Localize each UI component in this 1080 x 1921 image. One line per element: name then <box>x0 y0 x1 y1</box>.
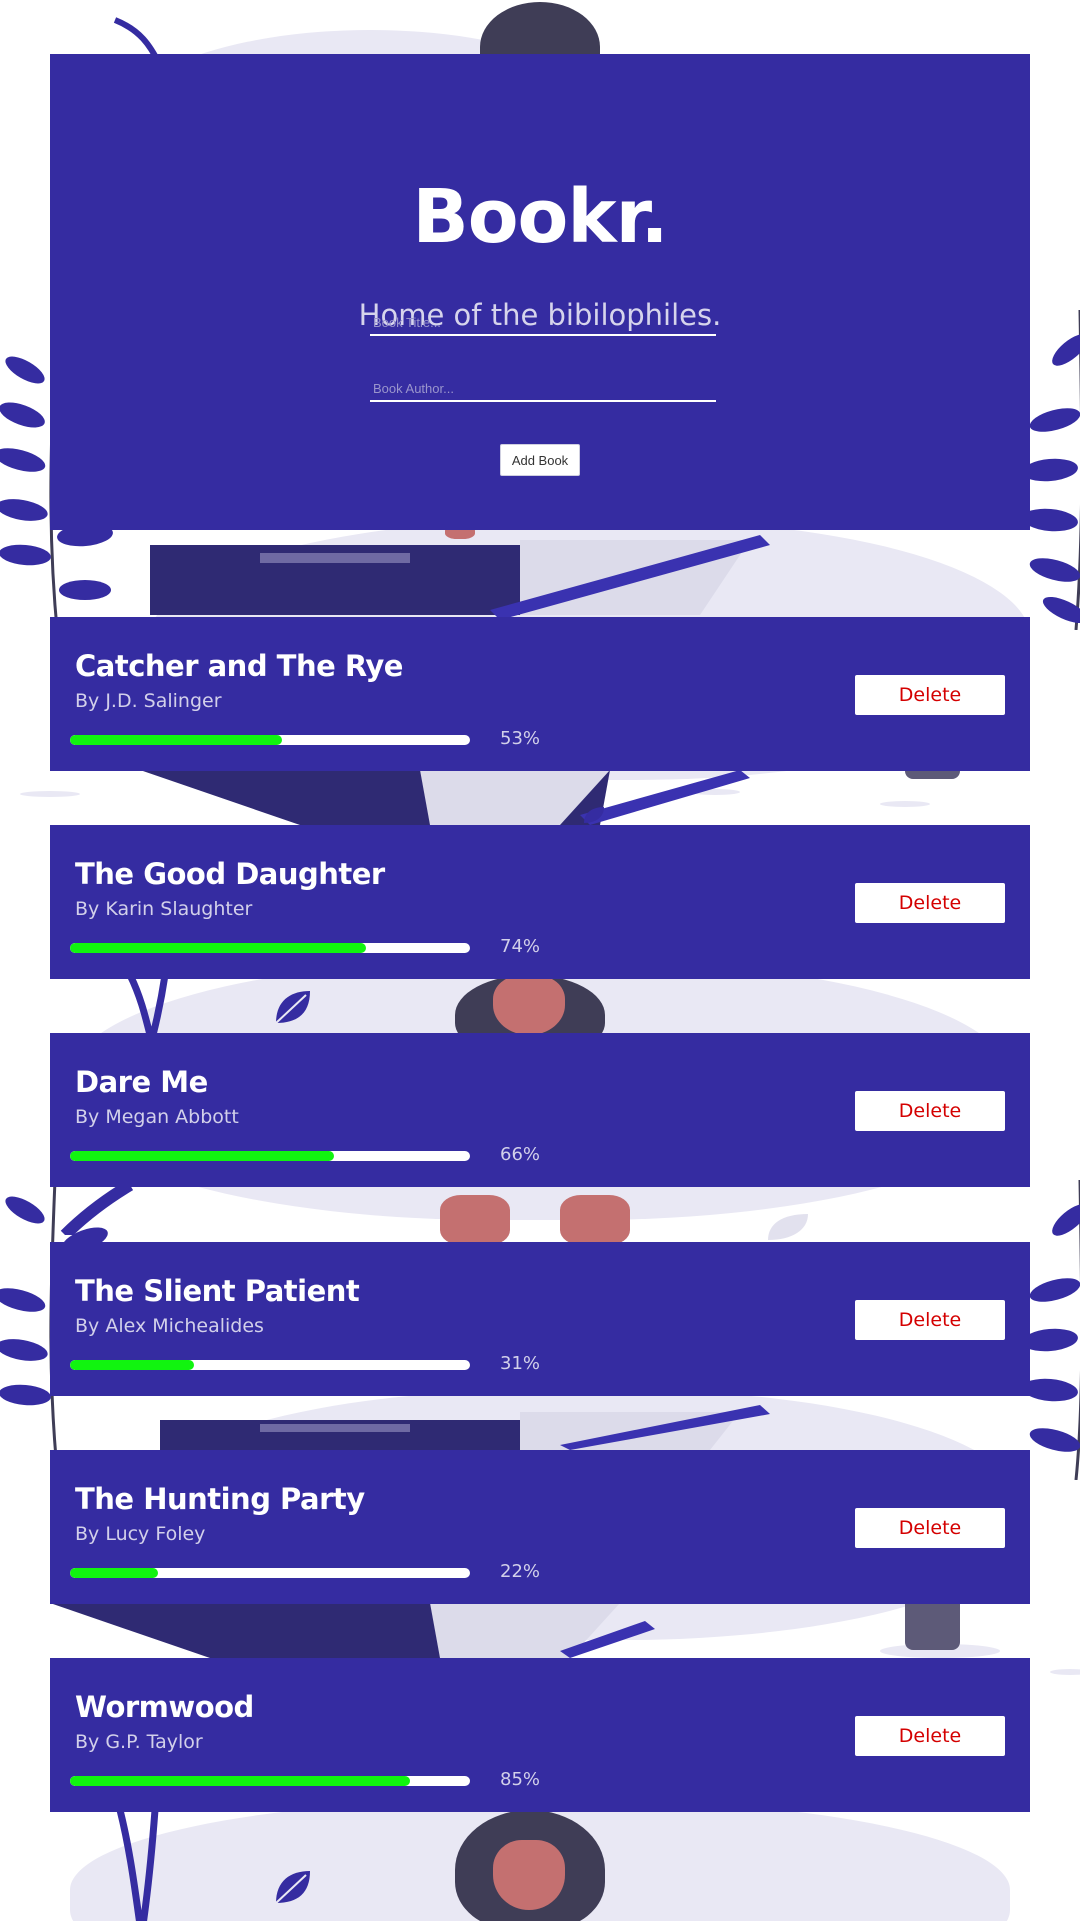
hero-panel: Bookr. Home of the bibilophiles. Add Boo… <box>50 54 1030 530</box>
progress-fill <box>70 943 366 953</box>
book-card: The Hunting Party By Lucy Foley 22% Dele… <box>50 1450 1030 1604</box>
book-author: By Karin Slaughter <box>75 898 253 920</box>
book-title: The Hunting Party <box>75 1482 365 1516</box>
delete-button[interactable]: Delete <box>855 1300 1005 1340</box>
add-book-button[interactable]: Add Book <box>500 444 580 476</box>
book-author-input[interactable] <box>370 376 716 402</box>
book-title: The Slient Patient <box>75 1274 360 1308</box>
progress-bar <box>70 1568 470 1578</box>
progress-bar <box>70 735 470 745</box>
progress-fill <box>70 1151 334 1161</box>
progress-bar <box>70 1151 470 1161</box>
book-author: By Megan Abbott <box>75 1106 239 1128</box>
delete-button[interactable]: Delete <box>855 1091 1005 1131</box>
book-author: By J.D. Salinger <box>75 690 222 712</box>
progress-percent: 31% <box>500 1353 541 1374</box>
book-title-input[interactable] <box>370 310 716 336</box>
delete-button[interactable]: Delete <box>855 1508 1005 1548</box>
book-author: By Lucy Foley <box>75 1523 206 1545</box>
app-title: Bookr. <box>412 174 668 260</box>
book-author: By G.P. Taylor <box>75 1731 203 1753</box>
progress-fill <box>70 1568 158 1578</box>
progress-bar <box>70 1776 470 1786</box>
progress-fill <box>70 1776 410 1786</box>
progress-fill <box>70 735 282 745</box>
book-title: The Good Daughter <box>75 857 385 891</box>
delete-button[interactable]: Delete <box>855 1716 1005 1756</box>
book-author: By Alex Michealides <box>75 1315 264 1337</box>
progress-percent: 53% <box>500 728 541 749</box>
progress-percent: 85% <box>500 1769 541 1790</box>
book-card: The Slient Patient By Alex Michealides 3… <box>50 1242 1030 1396</box>
progress-percent: 66% <box>500 1144 541 1165</box>
progress-bar <box>70 1360 470 1370</box>
book-card: Wormwood By G.P. Taylor 85% Delete <box>50 1658 1030 1812</box>
book-title: Catcher and The Rye <box>75 649 403 683</box>
progress-percent: 74% <box>500 936 541 957</box>
delete-button[interactable]: Delete <box>855 675 1005 715</box>
book-card: The Good Daughter By Karin Slaughter 74%… <box>50 825 1030 979</box>
progress-fill <box>70 1360 194 1370</box>
progress-bar <box>70 943 470 953</box>
delete-button[interactable]: Delete <box>855 883 1005 923</box>
book-title: Dare Me <box>75 1065 208 1099</box>
book-card: Catcher and The Rye By J.D. Salinger 53%… <box>50 617 1030 771</box>
progress-percent: 22% <box>500 1561 541 1582</box>
book-card: Dare Me By Megan Abbott 66% Delete <box>50 1033 1030 1187</box>
book-title: Wormwood <box>75 1690 254 1724</box>
